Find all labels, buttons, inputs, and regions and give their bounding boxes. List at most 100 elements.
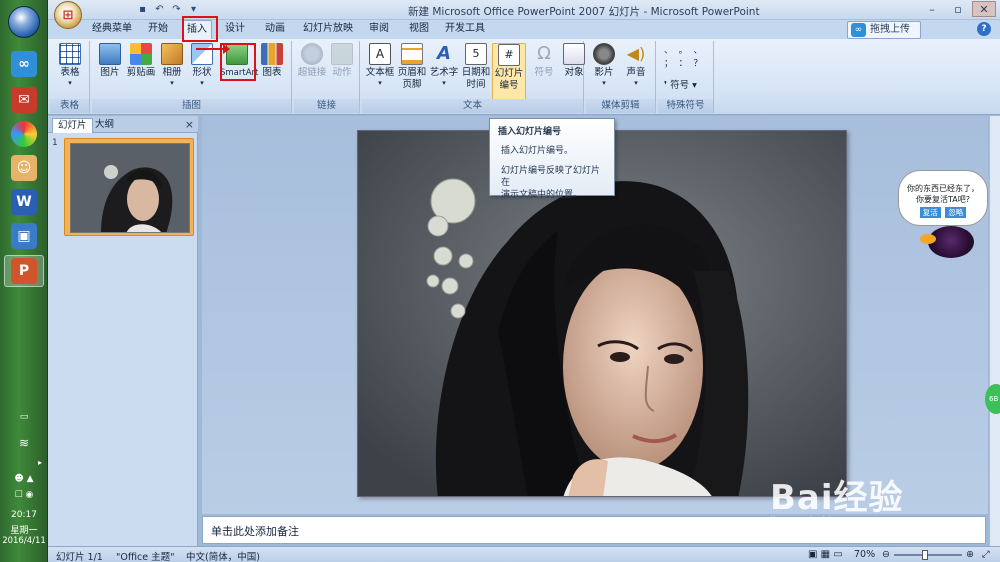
slide-number-button[interactable]: # 幻灯片编号 bbox=[492, 43, 526, 101]
zoom-slider-thumb[interactable] bbox=[921, 550, 928, 560]
view-buttons[interactable]: ▣ ▦ ▭ bbox=[808, 549, 843, 560]
sound-button[interactable]: ◀) 声音 ▾ bbox=[620, 43, 652, 87]
tray-keyboard-icon[interactable]: ▭ bbox=[0, 412, 48, 422]
status-bar: 幻灯片 1/1 "Office 主题" 中文(简体，中国) ▣ ▦ ▭ 70% … bbox=[48, 546, 1000, 562]
cloud-icon: ∞ bbox=[11, 51, 37, 77]
tab-review[interactable]: 审阅 bbox=[364, 20, 394, 39]
group-label-text: 文本 bbox=[362, 99, 583, 113]
tray-expand-icon[interactable]: ▸ bbox=[0, 458, 48, 467]
tab-slideshow[interactable]: 幻灯片放映 bbox=[300, 20, 356, 39]
slide-thumbnail[interactable] bbox=[64, 138, 194, 236]
taskbar-app-chat[interactable]: ☺ bbox=[4, 152, 44, 184]
tray-icons[interactable]: ☻ ▲ bbox=[0, 474, 48, 484]
group-tables: 表格 ▾ 表格 bbox=[50, 41, 90, 113]
side-float-ball[interactable]: 6B bbox=[985, 384, 1000, 414]
album-button[interactable]: 相册 ▾ bbox=[156, 43, 188, 87]
movie-label: 影片 bbox=[594, 67, 614, 78]
zoom-level[interactable]: 70% bbox=[854, 549, 875, 560]
datetime-button[interactable]: 5 日期和时间 bbox=[460, 43, 492, 91]
table-button[interactable]: 表格 ▾ bbox=[54, 43, 86, 87]
dropdown-arrow-icon: ▾ bbox=[692, 80, 697, 91]
symbol-button[interactable]: Ω 符号 bbox=[528, 43, 560, 79]
action-label: 动作 bbox=[332, 67, 352, 78]
slide-counter: 幻灯片 1/1 bbox=[56, 552, 103, 562]
annotation-box-insert-tab bbox=[182, 16, 218, 42]
hyperlink-button[interactable]: 超链接 bbox=[296, 43, 328, 79]
window-title: 新建 Microsoft Office PowerPoint 2007 幻灯片 … bbox=[408, 6, 760, 18]
taskbar-app-picture[interactable]: ▣ bbox=[4, 220, 44, 252]
special-char[interactable]: 、 bbox=[664, 45, 679, 58]
tab-design[interactable]: 设计 bbox=[220, 20, 250, 39]
datetime-label: 日期和时间 bbox=[461, 67, 491, 90]
undo-icon[interactable]: ↶ bbox=[153, 3, 166, 16]
clock-date: 2016/4/11 bbox=[2, 536, 46, 546]
taskbar-app-mail[interactable]: ✉ bbox=[4, 84, 44, 116]
zoom-in-icon[interactable]: ⊕ bbox=[966, 549, 974, 560]
annotation-arrow bbox=[196, 44, 230, 54]
maximize-button[interactable]: ▫ bbox=[946, 1, 970, 17]
wifi-icon[interactable]: ≋ bbox=[0, 436, 48, 450]
tray-icons-2[interactable]: ☐ ◉ bbox=[0, 490, 48, 500]
fit-to-window-icon[interactable]: ⤢ bbox=[982, 549, 990, 560]
minimize-button[interactable]: – bbox=[920, 1, 944, 17]
tab-home[interactable]: 开始 bbox=[140, 20, 176, 39]
taskbar-app-cloud[interactable]: ∞ bbox=[4, 48, 44, 80]
vertical-scrollbar[interactable] bbox=[989, 116, 1000, 546]
textbox-button[interactable]: A 文本框 ▾ bbox=[364, 43, 396, 87]
taskbar-app-word[interactable]: W bbox=[4, 186, 44, 218]
notes-field[interactable]: 单击此处添加备注 bbox=[202, 516, 986, 544]
close-icon[interactable]: × bbox=[185, 118, 194, 131]
header-footer-button[interactable]: 页眉和页脚 bbox=[396, 43, 428, 91]
redo-icon[interactable]: ↷ bbox=[170, 3, 183, 16]
tab-developer[interactable]: 开发工具 bbox=[442, 20, 488, 39]
browser-icon bbox=[11, 121, 37, 147]
start-button[interactable] bbox=[8, 6, 40, 38]
special-char[interactable]: 、 bbox=[693, 45, 708, 58]
tab-outline[interactable]: 大纲 bbox=[90, 118, 119, 133]
taskbar-app-browser[interactable] bbox=[4, 118, 44, 150]
movie-button[interactable]: 影片 ▾ bbox=[588, 43, 620, 87]
special-char[interactable]: ； bbox=[664, 58, 679, 71]
slide-number-label: 幻灯片编号 bbox=[494, 68, 524, 91]
special-symbol-label: 符号 bbox=[670, 80, 690, 91]
tab-classic-menu[interactable]: 经典菜单 bbox=[88, 20, 136, 39]
group-label-special: 特殊符号 bbox=[658, 99, 713, 113]
picture-button[interactable]: 图片 bbox=[94, 43, 126, 79]
dropdown-arrow-icon: ▾ bbox=[442, 79, 446, 87]
taskbar-app-powerpoint[interactable]: P bbox=[4, 255, 44, 287]
clock-time[interactable]: 20:17 bbox=[0, 510, 48, 520]
chart-button[interactable]: 图表 bbox=[256, 43, 288, 79]
qat-customize-icon[interactable]: ▾ bbox=[187, 3, 200, 16]
save-icon[interactable]: ▪ bbox=[136, 3, 149, 16]
special-char[interactable]: ： bbox=[679, 58, 694, 71]
clipart-button[interactable]: 剪贴画 bbox=[124, 43, 158, 79]
wordart-button[interactable]: A 艺术字 ▾ bbox=[428, 43, 460, 87]
group-illustrations: 图片 剪贴画 相册 ▾ 形状 ▾ SmartArt 图表 插图 bbox=[92, 41, 292, 113]
tab-animation[interactable]: 动画 bbox=[258, 20, 292, 39]
special-char[interactable]: 。 bbox=[679, 45, 694, 58]
hyperlink-icon bbox=[301, 43, 323, 65]
ignore-button[interactable]: 忽略 bbox=[945, 207, 967, 218]
album-label: 相册 bbox=[162, 67, 182, 78]
close-button[interactable]: ✕ bbox=[972, 1, 996, 17]
object-icon bbox=[563, 43, 585, 65]
special-symbol-button[interactable]: ❜ 符号 ▾ bbox=[664, 77, 697, 91]
zoom-out-icon[interactable]: ⊖ bbox=[882, 549, 890, 560]
tooltip-title: 插入幻灯片编号 bbox=[498, 127, 562, 137]
chat-pet-avatar[interactable] bbox=[920, 226, 974, 258]
clipart-label: 剪贴画 bbox=[126, 67, 156, 78]
tab-slides[interactable]: 幻灯片 bbox=[52, 118, 93, 133]
action-button[interactable]: 动作 bbox=[326, 43, 358, 79]
revive-button[interactable]: 复活 bbox=[919, 207, 941, 218]
wordart-label: 艺术字 bbox=[429, 67, 459, 78]
office-button[interactable]: ⊞ bbox=[54, 1, 82, 29]
special-char[interactable]: ？ bbox=[693, 58, 708, 71]
help-icon[interactable]: ? bbox=[977, 22, 991, 36]
header-footer-icon bbox=[401, 43, 423, 65]
action-icon bbox=[331, 43, 353, 65]
tab-view[interactable]: 视图 bbox=[404, 20, 434, 39]
drag-upload-button[interactable]: ∞ 拖拽上传 bbox=[847, 21, 921, 39]
window-controls: – ▫ ✕ bbox=[920, 1, 996, 17]
table-label: 表格 bbox=[60, 67, 80, 78]
zoom-slider[interactable] bbox=[894, 550, 962, 560]
